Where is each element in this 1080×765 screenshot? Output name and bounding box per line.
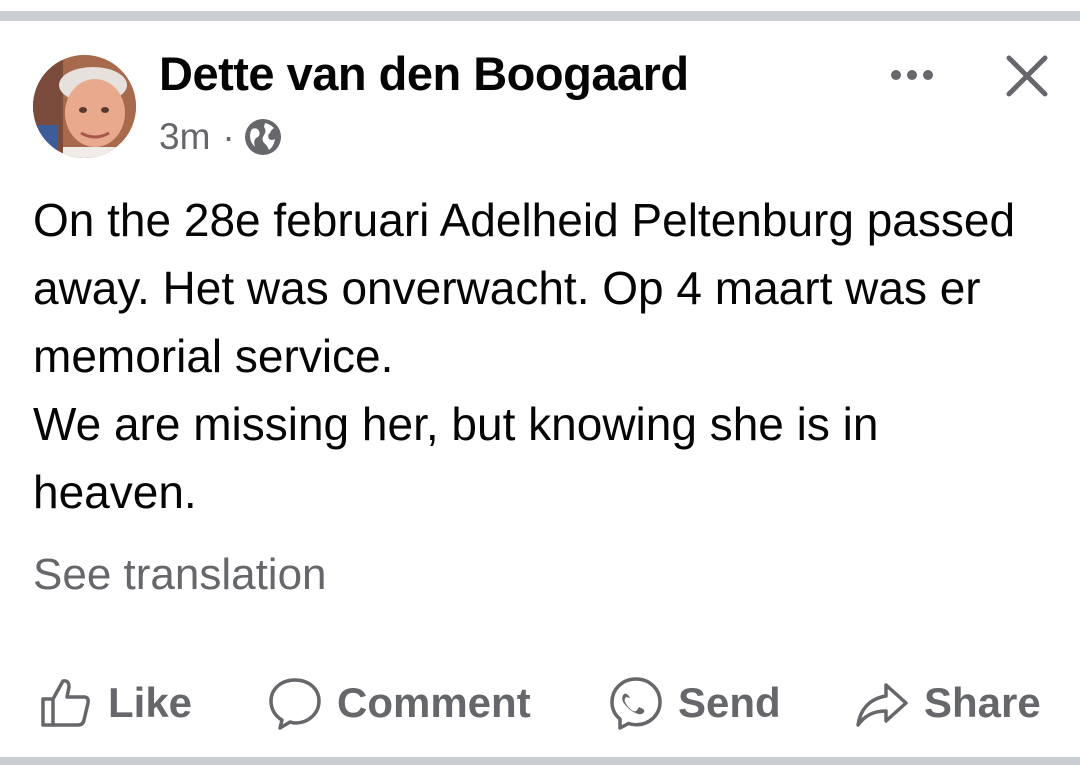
author-name[interactable]: Dette van den Boogaard	[159, 46, 689, 101]
share-button[interactable]: Share	[854, 668, 1041, 738]
comment-label: Comment	[337, 679, 531, 726]
share-label: Share	[924, 679, 1041, 726]
share-icon	[856, 683, 908, 727]
more-options-button[interactable]	[880, 58, 944, 92]
avatar-image	[33, 55, 136, 158]
post-meta: 3m ·	[159, 116, 283, 158]
meta-separator: ·	[222, 116, 235, 157]
close-button[interactable]	[1000, 50, 1054, 102]
globe-icon[interactable]	[243, 117, 283, 157]
thumbs-up-icon	[41, 679, 90, 727]
send-button[interactable]: Send	[608, 668, 781, 738]
avatar[interactable]	[33, 55, 136, 158]
comment-button[interactable]: Comment	[267, 668, 531, 738]
top-divider	[0, 11, 1080, 21]
post-timestamp[interactable]: 3m	[159, 116, 210, 158]
close-icon	[1006, 55, 1048, 97]
like-label: Like	[108, 679, 193, 726]
see-translation-link[interactable]: See translation	[33, 550, 327, 600]
more-horizontal-icon	[891, 70, 933, 80]
post-text: On the 28e februari Adelheid Peltenburg …	[33, 194, 1016, 518]
bottom-divider	[0, 757, 1080, 765]
comment-icon	[269, 678, 321, 730]
like-button[interactable]: Like	[38, 668, 192, 738]
messenger-icon	[610, 677, 662, 730]
post-action-bar: Like Comment Send Share	[0, 668, 1080, 738]
send-label: Send	[678, 679, 781, 726]
